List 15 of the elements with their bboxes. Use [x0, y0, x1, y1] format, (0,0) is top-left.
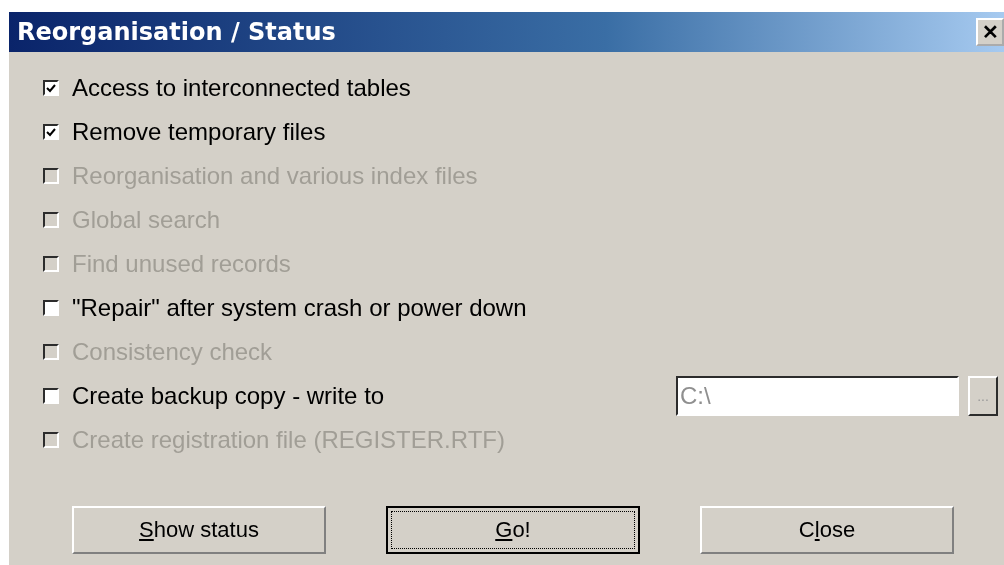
option-label: Create backup copy - write to	[72, 382, 386, 410]
dialog-button[interactable]: Go!	[386, 506, 640, 554]
dialog-button[interactable]: Close	[700, 506, 954, 554]
window-title: Reorganisation / Status	[17, 18, 336, 46]
check-icon	[46, 83, 56, 93]
option-label: Access to interconnected tables	[72, 74, 412, 102]
dialog-button[interactable]: Show status	[72, 506, 326, 554]
option-label: "Repair" after system crash or power down	[72, 294, 528, 322]
check-icon	[46, 127, 56, 137]
close-button[interactable]: ✕	[976, 18, 1004, 46]
checkbox[interactable]	[43, 300, 59, 316]
checkbox[interactable]	[43, 80, 59, 96]
checkbox[interactable]	[43, 388, 59, 404]
option-label: Remove temporary files	[72, 118, 327, 146]
checkbox[interactable]	[43, 124, 59, 140]
